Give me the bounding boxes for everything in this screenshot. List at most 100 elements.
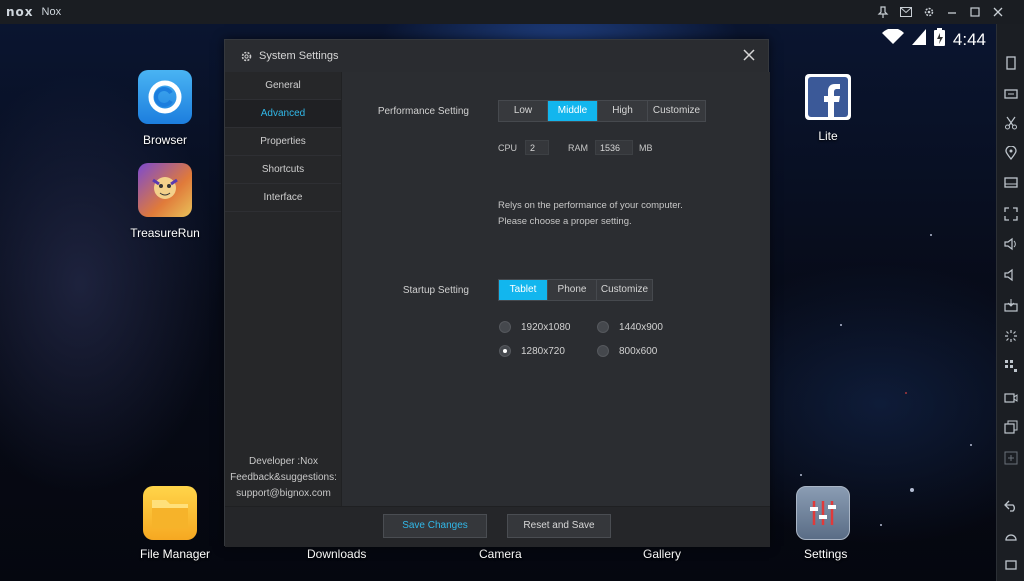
developer-info: Developer :Nox Feedback&suggestions: sup… — [225, 454, 342, 502]
performance-high-button[interactable]: High — [598, 101, 648, 121]
radio-dot — [499, 321, 511, 333]
dialog-header: System Settings — [225, 40, 770, 72]
app-settings[interactable] — [773, 486, 873, 540]
resolution-label: 1920x1080 — [521, 321, 571, 333]
star-decoration — [970, 444, 972, 446]
dialog-footer: Save Changes Reset and Save — [225, 506, 770, 547]
emulator-toolbar — [996, 24, 1024, 581]
treasurerun-icon — [138, 163, 192, 217]
nox-logo: nox — [6, 5, 34, 19]
recent-apps-icon[interactable] — [1003, 557, 1019, 573]
close-window-icon[interactable] — [991, 6, 1004, 19]
rotate-icon[interactable] — [1003, 55, 1019, 71]
back-icon[interactable] — [1003, 498, 1019, 514]
virtual-keys-icon[interactable] — [1003, 358, 1019, 374]
resolution-radio-1440x900[interactable]: 1440x900 — [597, 321, 663, 333]
resolution-label: 800x600 — [619, 345, 658, 357]
star-decoration — [840, 324, 842, 326]
startup-customize-button[interactable]: Customize — [597, 280, 652, 300]
performance-hint: Relys on the performance of your compute… — [498, 198, 683, 230]
resolution-radio-1920x1080[interactable]: 1920x1080 — [499, 321, 571, 333]
pin-icon[interactable] — [876, 6, 889, 19]
save-changes-button[interactable]: Save Changes — [383, 514, 487, 538]
location-icon[interactable] — [1003, 145, 1019, 161]
volume-down-icon[interactable] — [1003, 267, 1019, 283]
volume-up-icon[interactable] — [1003, 236, 1019, 252]
nav-item-properties[interactable]: Properties — [225, 128, 341, 156]
app-downloads[interactable]: Downloads — [307, 547, 366, 561]
minimize-icon[interactable] — [945, 6, 958, 19]
system-settings-dialog: System Settings General Advanced Propert… — [224, 39, 770, 547]
ram-field[interactable]: 1536 — [595, 140, 633, 155]
facebook-icon — [805, 74, 851, 120]
startup-segmented-control: Tablet Phone Customize — [498, 279, 653, 301]
app-treasurerun[interactable]: TreasureRun — [115, 163, 215, 240]
resolution-radio-1280x720[interactable]: 1280x720 — [499, 345, 565, 357]
advanced-settings-panel: Performance Setting Low Middle High Cust… — [342, 72, 770, 506]
app-label: Browser — [142, 133, 187, 147]
app-label: Settings — [804, 547, 848, 561]
home-icon[interactable] — [1003, 528, 1019, 544]
screen-icon[interactable] — [1003, 175, 1019, 191]
resolution-label: 1280x720 — [521, 345, 565, 357]
window-controls — [876, 0, 1004, 24]
radio-dot — [597, 321, 609, 333]
cpu-label: CPU — [498, 143, 518, 153]
status-bar: 4:44 — [881, 28, 986, 51]
signal-icon — [911, 29, 926, 50]
hint-line: Relys on the performance of your compute… — [498, 200, 683, 211]
performance-segmented-control: Low Middle High Customize — [498, 100, 706, 122]
reset-and-save-button[interactable]: Reset and Save — [507, 514, 611, 538]
app-label: TreasureRun — [130, 226, 200, 240]
camera-record-icon[interactable] — [1003, 389, 1019, 405]
add-icon[interactable] — [1003, 450, 1019, 466]
app-facebook-lite[interactable]: Lite — [778, 74, 878, 143]
developer-label: Developer :Nox — [249, 456, 318, 467]
gear-icon — [239, 49, 253, 63]
title-bar: nox Nox — [0, 0, 1024, 24]
clock: 4:44 — [952, 29, 986, 49]
app-label: Lite — [818, 129, 838, 143]
app-browser[interactable]: Browser — [115, 70, 215, 147]
settings-nav: General Advanced Properties Shortcuts In… — [225, 72, 342, 506]
apk-install-icon[interactable] — [1003, 297, 1019, 313]
ram-unit: MB — [639, 143, 653, 153]
nav-item-shortcuts[interactable]: Shortcuts — [225, 156, 341, 184]
radio-dot-selected — [499, 345, 511, 357]
app-title: Nox — [41, 6, 62, 18]
app-file-manager[interactable] — [120, 486, 220, 540]
settings-gear-icon[interactable] — [922, 6, 935, 19]
star-decoration — [930, 234, 932, 236]
app-gallery[interactable]: Gallery — [643, 547, 681, 561]
resolution-radio-800x600[interactable]: 800x600 — [597, 345, 657, 357]
ram-label: RAM — [568, 143, 588, 153]
browser-icon — [138, 70, 192, 124]
nav-item-advanced[interactable]: Advanced — [225, 100, 341, 128]
app-label: File Manager — [140, 547, 211, 561]
folder-icon — [143, 486, 197, 540]
star-decoration — [910, 488, 914, 492]
maximize-icon[interactable] — [968, 6, 981, 19]
star-decoration — [905, 392, 907, 394]
resolution-label: 1440x900 — [619, 321, 663, 333]
performance-middle-button[interactable]: Middle — [548, 101, 598, 121]
app-camera[interactable]: Camera — [479, 547, 522, 561]
performance-low-button[interactable]: Low — [499, 101, 548, 121]
nav-item-general[interactable]: General — [225, 72, 341, 100]
performance-customize-button[interactable]: Customize — [648, 101, 705, 121]
keyboard-icon[interactable] — [1003, 85, 1019, 101]
shake-icon[interactable] — [1003, 328, 1019, 344]
feedback-label: Feedback&suggestions: — [230, 472, 337, 483]
star-decoration — [880, 524, 882, 526]
radio-dot — [597, 345, 609, 357]
fullscreen-icon[interactable] — [1003, 206, 1019, 222]
hint-line: Please choose a proper setting. — [498, 216, 632, 227]
nav-item-interface[interactable]: Interface — [225, 184, 341, 212]
close-icon[interactable] — [742, 49, 756, 63]
scissors-icon[interactable] — [1003, 115, 1019, 131]
mail-icon[interactable] — [899, 6, 912, 19]
startup-tablet-button[interactable]: Tablet — [499, 280, 548, 300]
startup-phone-button[interactable]: Phone — [548, 280, 597, 300]
cpu-field[interactable]: 2 — [525, 140, 549, 155]
multi-instance-icon[interactable] — [1003, 419, 1019, 435]
